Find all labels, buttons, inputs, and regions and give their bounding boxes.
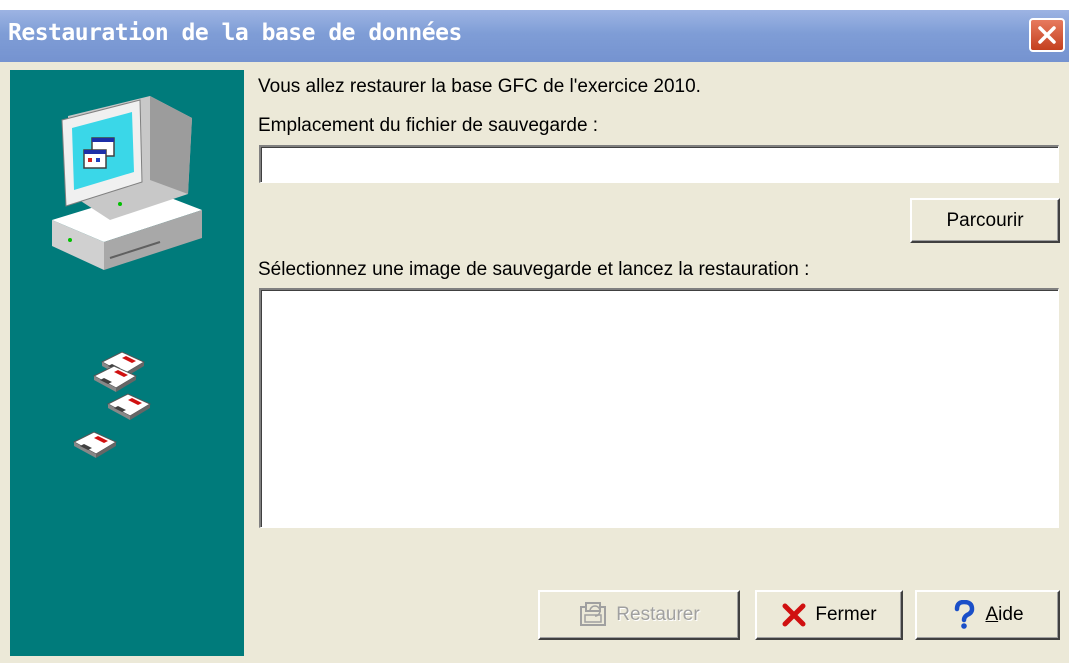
backup-image-list[interactable]: [259, 288, 1059, 528]
help-button[interactable]: Aide: [915, 590, 1060, 640]
question-mark-icon: [955, 600, 975, 629]
floppy-disk-icon: [72, 351, 152, 458]
close-button[interactable]: Fermer: [755, 590, 903, 640]
window-title: Restauration de la base de données: [8, 20, 462, 46]
close-icon: [1038, 26, 1056, 44]
browse-label: Parcourir: [946, 209, 1024, 231]
browse-button[interactable]: Parcourir: [910, 198, 1060, 243]
close-label: Fermer: [815, 604, 877, 625]
restore-label: Restaurer: [616, 604, 700, 625]
backup-location-input[interactable]: [259, 145, 1059, 183]
restore-dialog: Restauration de la base de données Vous …: [0, 0, 1069, 663]
title-close-button[interactable]: [1029, 18, 1065, 52]
restore-button[interactable]: Restaurer: [538, 590, 740, 640]
help-label: Aide: [985, 604, 1023, 626]
help-label-rest: ide: [998, 604, 1024, 625]
left-illustration-panel: [10, 70, 244, 656]
restore-icon: [580, 602, 607, 626]
location-label: Emplacement du fichier de sauvegarde :: [258, 115, 599, 136]
computer-icon: [52, 96, 202, 270]
help-mnemonic: A: [985, 604, 999, 625]
title-bar[interactable]: Restauration de la base de données: [0, 0, 1069, 62]
red-x-icon: [782, 603, 806, 627]
select-label: Sélectionnez une image de sauvegarde et …: [258, 259, 810, 280]
info-text: Vous allez restaurer la base GFC de l'ex…: [258, 76, 701, 97]
